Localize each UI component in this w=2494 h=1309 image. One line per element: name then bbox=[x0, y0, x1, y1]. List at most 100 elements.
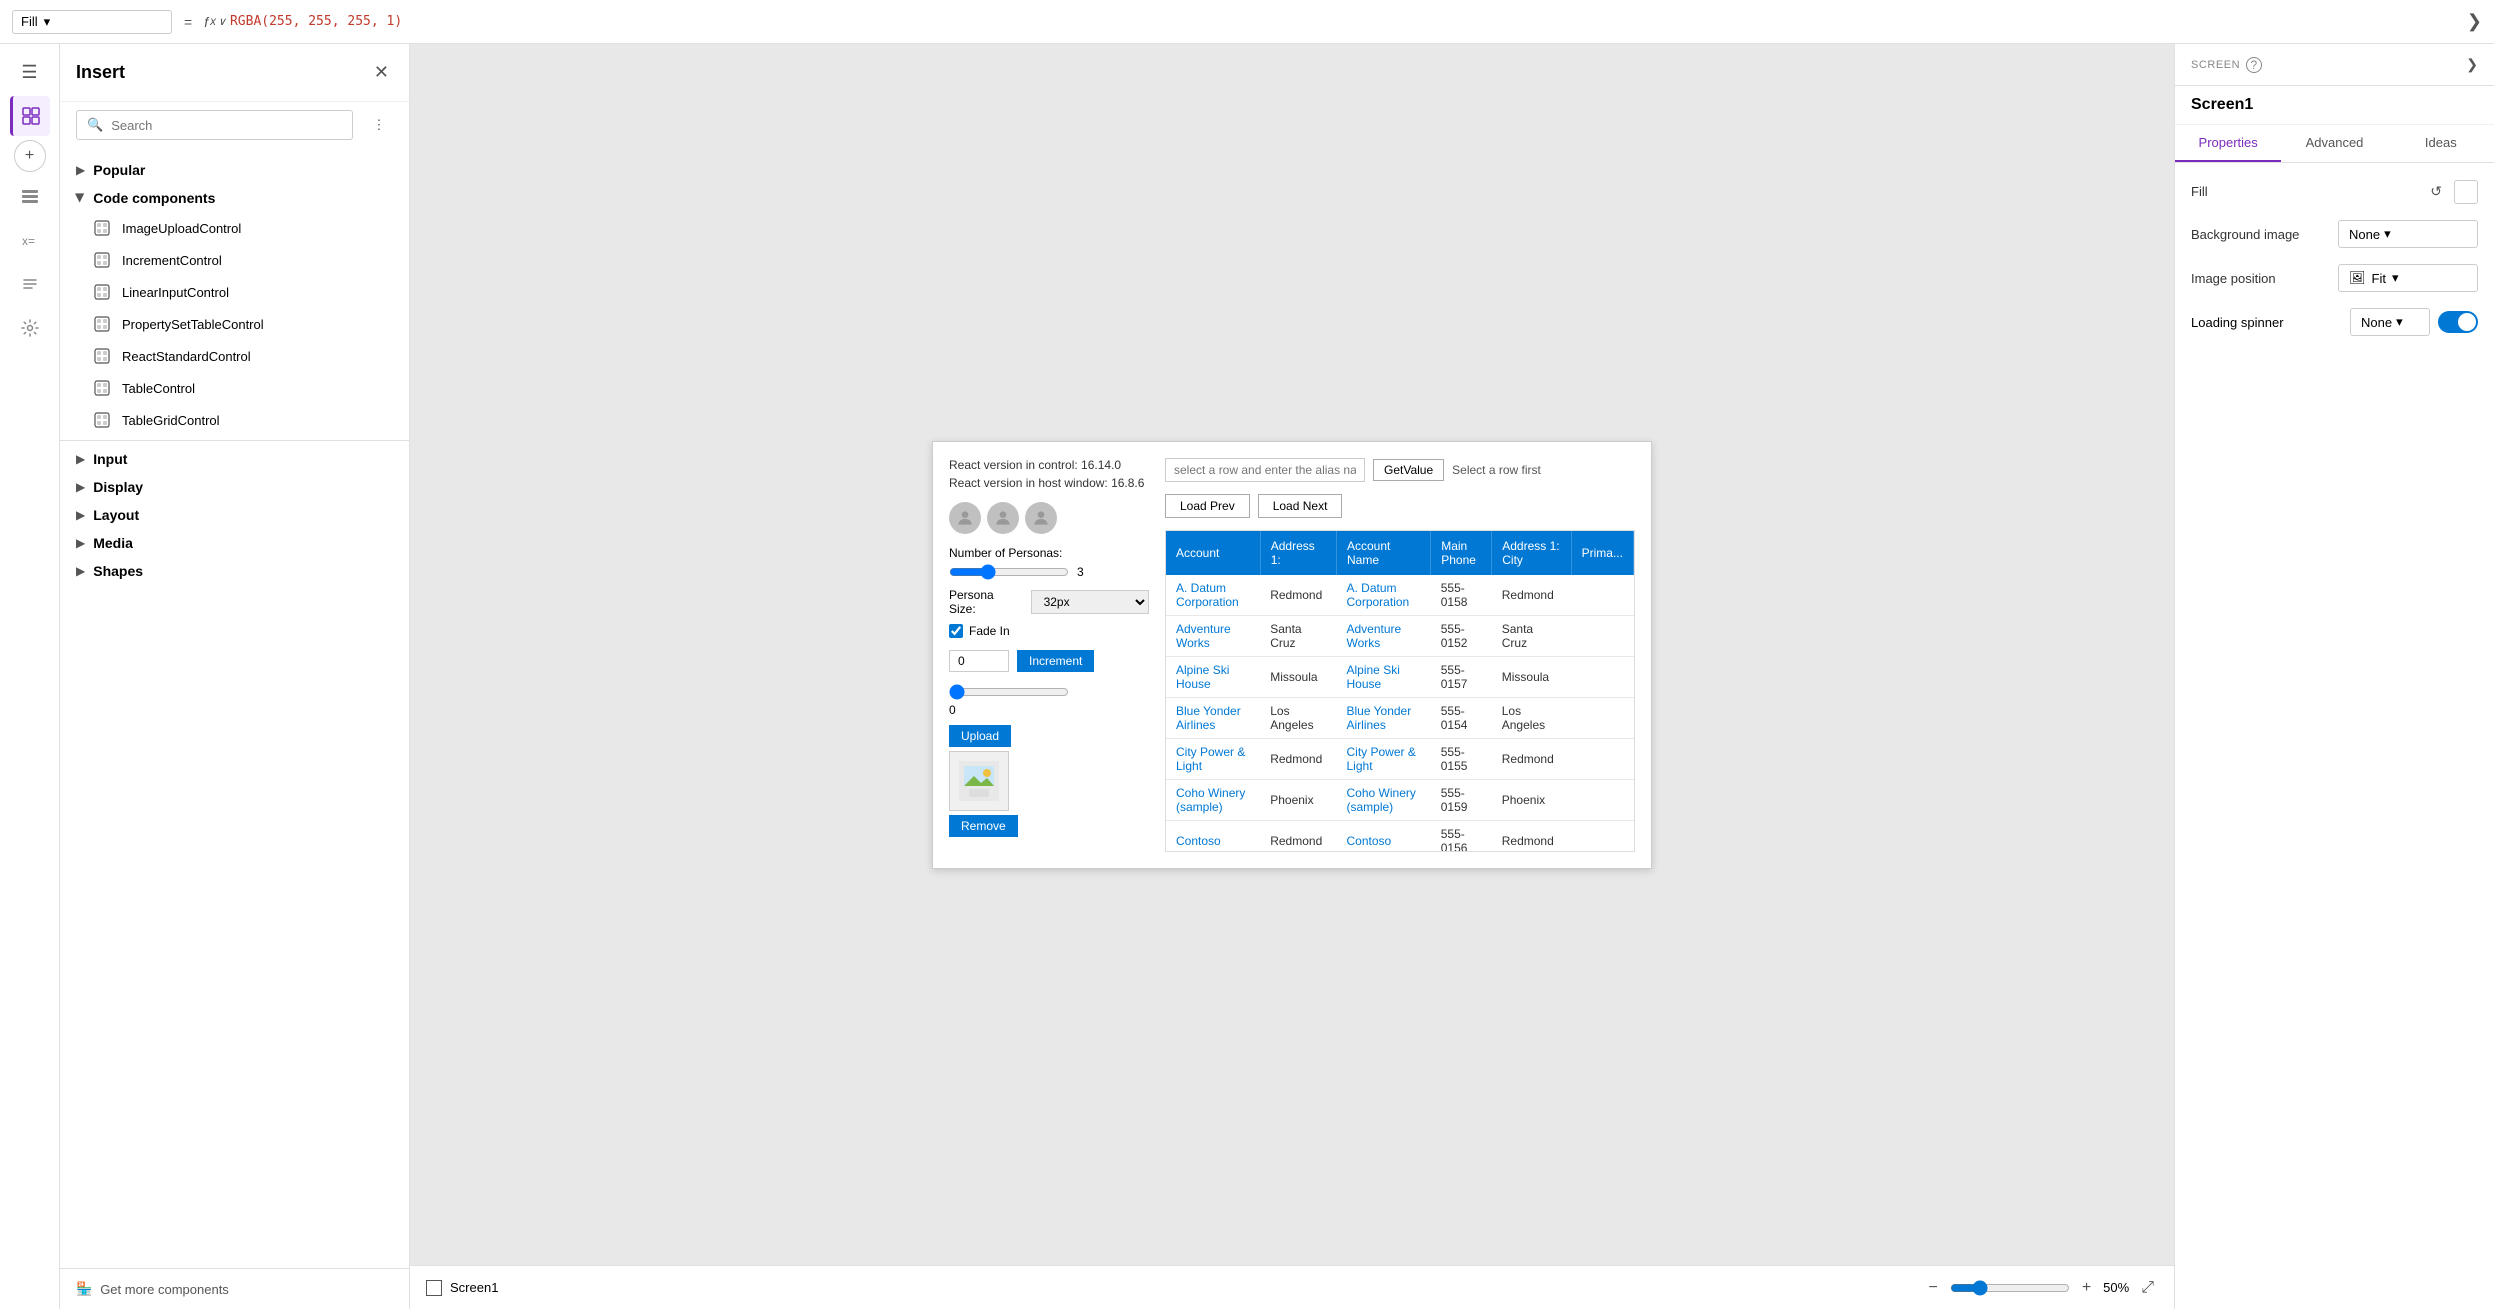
table-row[interactable]: Blue Yonder AirlinesLos AngelesBlue Yond… bbox=[1166, 697, 1634, 738]
sidebar-rules-icon[interactable] bbox=[10, 264, 50, 304]
category-shapes[interactable]: ▶ Shapes bbox=[60, 557, 409, 585]
cell-phone[interactable]: 555-0154 bbox=[1431, 697, 1492, 738]
sidebar-menu-icon[interactable]: ☰ bbox=[10, 52, 50, 92]
table-row[interactable]: A. Datum CorporationRedmondA. Datum Corp… bbox=[1166, 575, 1634, 616]
expand-button[interactable]: ⤢ bbox=[2137, 1275, 2158, 1301]
cell-acctname[interactable]: Contoso bbox=[1337, 820, 1431, 851]
component-table[interactable]: TableControl bbox=[60, 372, 409, 404]
fill-color-box[interactable] bbox=[2454, 180, 2478, 204]
sidebar-insert-icon[interactable] bbox=[10, 96, 50, 136]
cell-address[interactable]: Phoenix bbox=[1260, 779, 1336, 820]
category-display[interactable]: ▶ Display bbox=[60, 473, 409, 501]
cell-acctname[interactable]: A. Datum Corporation bbox=[1337, 575, 1431, 616]
cell-address[interactable]: Redmond bbox=[1260, 575, 1336, 616]
category-input[interactable]: ▶ Input bbox=[60, 445, 409, 473]
image-position-dropdown[interactable]: 🖼 Fit ▾ bbox=[2338, 264, 2478, 292]
cell-primary[interactable] bbox=[1571, 575, 1633, 616]
upload-button[interactable]: Upload bbox=[949, 725, 1011, 747]
help-icon[interactable]: ? bbox=[2246, 57, 2262, 73]
cell-phone[interactable]: 555-0152 bbox=[1431, 615, 1492, 656]
get-value-button[interactable]: GetValue bbox=[1373, 459, 1444, 481]
cell-primary[interactable] bbox=[1571, 738, 1633, 779]
sidebar-add-icon[interactable]: + bbox=[14, 140, 46, 172]
cell-phone[interactable]: 555-0159 bbox=[1431, 779, 1492, 820]
cell-acctname[interactable]: Coho Winery (sample) bbox=[1337, 779, 1431, 820]
fade-in-checkbox[interactable] bbox=[949, 624, 963, 638]
category-layout[interactable]: ▶ Layout bbox=[60, 501, 409, 529]
increment-button[interactable]: Increment bbox=[1017, 650, 1094, 672]
cell-city[interactable]: Redmond bbox=[1492, 820, 1571, 851]
formula-input[interactable] bbox=[230, 14, 2459, 29]
cell-acctname[interactable]: Blue Yonder Airlines bbox=[1337, 697, 1431, 738]
cell-city[interactable]: Los Angeles bbox=[1492, 697, 1571, 738]
fx-icon[interactable]: fx ∨ bbox=[204, 14, 226, 30]
table-row[interactable]: City Power & LightRedmondCity Power & Li… bbox=[1166, 738, 1634, 779]
cell-phone[interactable]: 555-0157 bbox=[1431, 656, 1492, 697]
fill-dropdown[interactable]: Fill ▾ bbox=[12, 10, 172, 34]
cell-account[interactable]: Adventure Works bbox=[1166, 615, 1260, 656]
cell-address[interactable]: Los Angeles bbox=[1260, 697, 1336, 738]
tab-ideas[interactable]: Ideas bbox=[2388, 125, 2494, 162]
component-linear-input[interactable]: LinearInputControl bbox=[60, 276, 409, 308]
sidebar-data-icon[interactable] bbox=[10, 176, 50, 216]
component-table-grid[interactable]: TableGridControl bbox=[60, 404, 409, 436]
main-slider[interactable] bbox=[949, 684, 1069, 700]
category-popular[interactable]: ▶ Popular bbox=[60, 156, 409, 184]
category-code-components[interactable]: ▶ Code components bbox=[60, 184, 409, 212]
remove-button[interactable]: Remove bbox=[949, 815, 1018, 837]
sidebar-settings-icon[interactable] bbox=[10, 308, 50, 348]
table-row[interactable]: Alpine Ski HouseMissoulaAlpine Ski House… bbox=[1166, 656, 1634, 697]
cell-account[interactable]: City Power & Light bbox=[1166, 738, 1260, 779]
load-next-button[interactable]: Load Next bbox=[1258, 494, 1343, 518]
grid-scroll[interactable]: Account Address 1: Account Name Main Pho… bbox=[1166, 531, 1634, 851]
get-more-components-link[interactable]: 🏪 Get more components bbox=[60, 1268, 409, 1309]
insert-panel-close[interactable]: ✕ bbox=[370, 58, 393, 87]
more-options-button[interactable]: ⋮ bbox=[365, 111, 393, 139]
cell-phone[interactable]: 555-0155 bbox=[1431, 738, 1492, 779]
chevron-right-icon[interactable]: ❯ bbox=[2467, 11, 2482, 31]
component-property-set[interactable]: PropertySetTableControl bbox=[60, 308, 409, 340]
tab-properties[interactable]: Properties bbox=[2175, 125, 2281, 162]
loading-toggle[interactable] bbox=[2438, 311, 2478, 333]
zoom-plus-button[interactable]: + bbox=[2078, 1275, 2095, 1301]
cell-account[interactable]: Blue Yonder Airlines bbox=[1166, 697, 1260, 738]
table-row[interactable]: Adventure WorksSanta CruzAdventure Works… bbox=[1166, 615, 1634, 656]
persona-size-dropdown[interactable]: 32px 48px 64px bbox=[1031, 590, 1149, 614]
number-input[interactable] bbox=[949, 650, 1009, 672]
bg-image-dropdown[interactable]: None ▾ bbox=[2338, 220, 2478, 248]
category-media[interactable]: ▶ Media bbox=[60, 529, 409, 557]
search-input[interactable] bbox=[111, 118, 342, 133]
cell-account[interactable]: A. Datum Corporation bbox=[1166, 575, 1260, 616]
cell-address[interactable]: Redmond bbox=[1260, 820, 1336, 851]
cell-phone[interactable]: 555-0158 bbox=[1431, 575, 1492, 616]
cell-acctname[interactable]: City Power & Light bbox=[1337, 738, 1431, 779]
cell-acctname[interactable]: Alpine Ski House bbox=[1337, 656, 1431, 697]
zoom-slider[interactable] bbox=[1950, 1280, 2070, 1296]
table-row[interactable]: Coho Winery (sample)PhoenixCoho Winery (… bbox=[1166, 779, 1634, 820]
loading-dropdown[interactable]: None ▾ bbox=[2350, 308, 2430, 336]
load-prev-button[interactable]: Load Prev bbox=[1165, 494, 1250, 518]
component-react-standard[interactable]: ReactStandardControl bbox=[60, 340, 409, 372]
cell-primary[interactable] bbox=[1571, 697, 1633, 738]
cell-address[interactable]: Missoula bbox=[1260, 656, 1336, 697]
cell-city[interactable]: Redmond bbox=[1492, 575, 1571, 616]
cell-account[interactable]: Alpine Ski House bbox=[1166, 656, 1260, 697]
zoom-minus-button[interactable]: − bbox=[1924, 1275, 1941, 1301]
cell-account[interactable]: Coho Winery (sample) bbox=[1166, 779, 1260, 820]
component-image-upload[interactable]: ImageUploadControl bbox=[60, 212, 409, 244]
persona-count-slider[interactable] bbox=[949, 564, 1069, 580]
cell-phone[interactable]: 555-0156 bbox=[1431, 820, 1492, 851]
cell-primary[interactable] bbox=[1571, 779, 1633, 820]
cell-account[interactable]: Contoso bbox=[1166, 820, 1260, 851]
sidebar-vars-icon[interactable]: x= bbox=[10, 220, 50, 260]
fill-reset-icon[interactable]: ↺ bbox=[2426, 179, 2446, 204]
cell-primary[interactable] bbox=[1571, 615, 1633, 656]
cell-primary[interactable] bbox=[1571, 820, 1633, 851]
alias-input[interactable] bbox=[1165, 458, 1365, 482]
cell-city[interactable]: Missoula bbox=[1492, 656, 1571, 697]
cell-address[interactable]: Redmond bbox=[1260, 738, 1336, 779]
right-panel-nav-icon[interactable]: ❯ bbox=[2466, 56, 2478, 73]
cell-city[interactable]: Redmond bbox=[1492, 738, 1571, 779]
component-increment[interactable]: IncrementControl bbox=[60, 244, 409, 276]
cell-city[interactable]: Santa Cruz bbox=[1492, 615, 1571, 656]
